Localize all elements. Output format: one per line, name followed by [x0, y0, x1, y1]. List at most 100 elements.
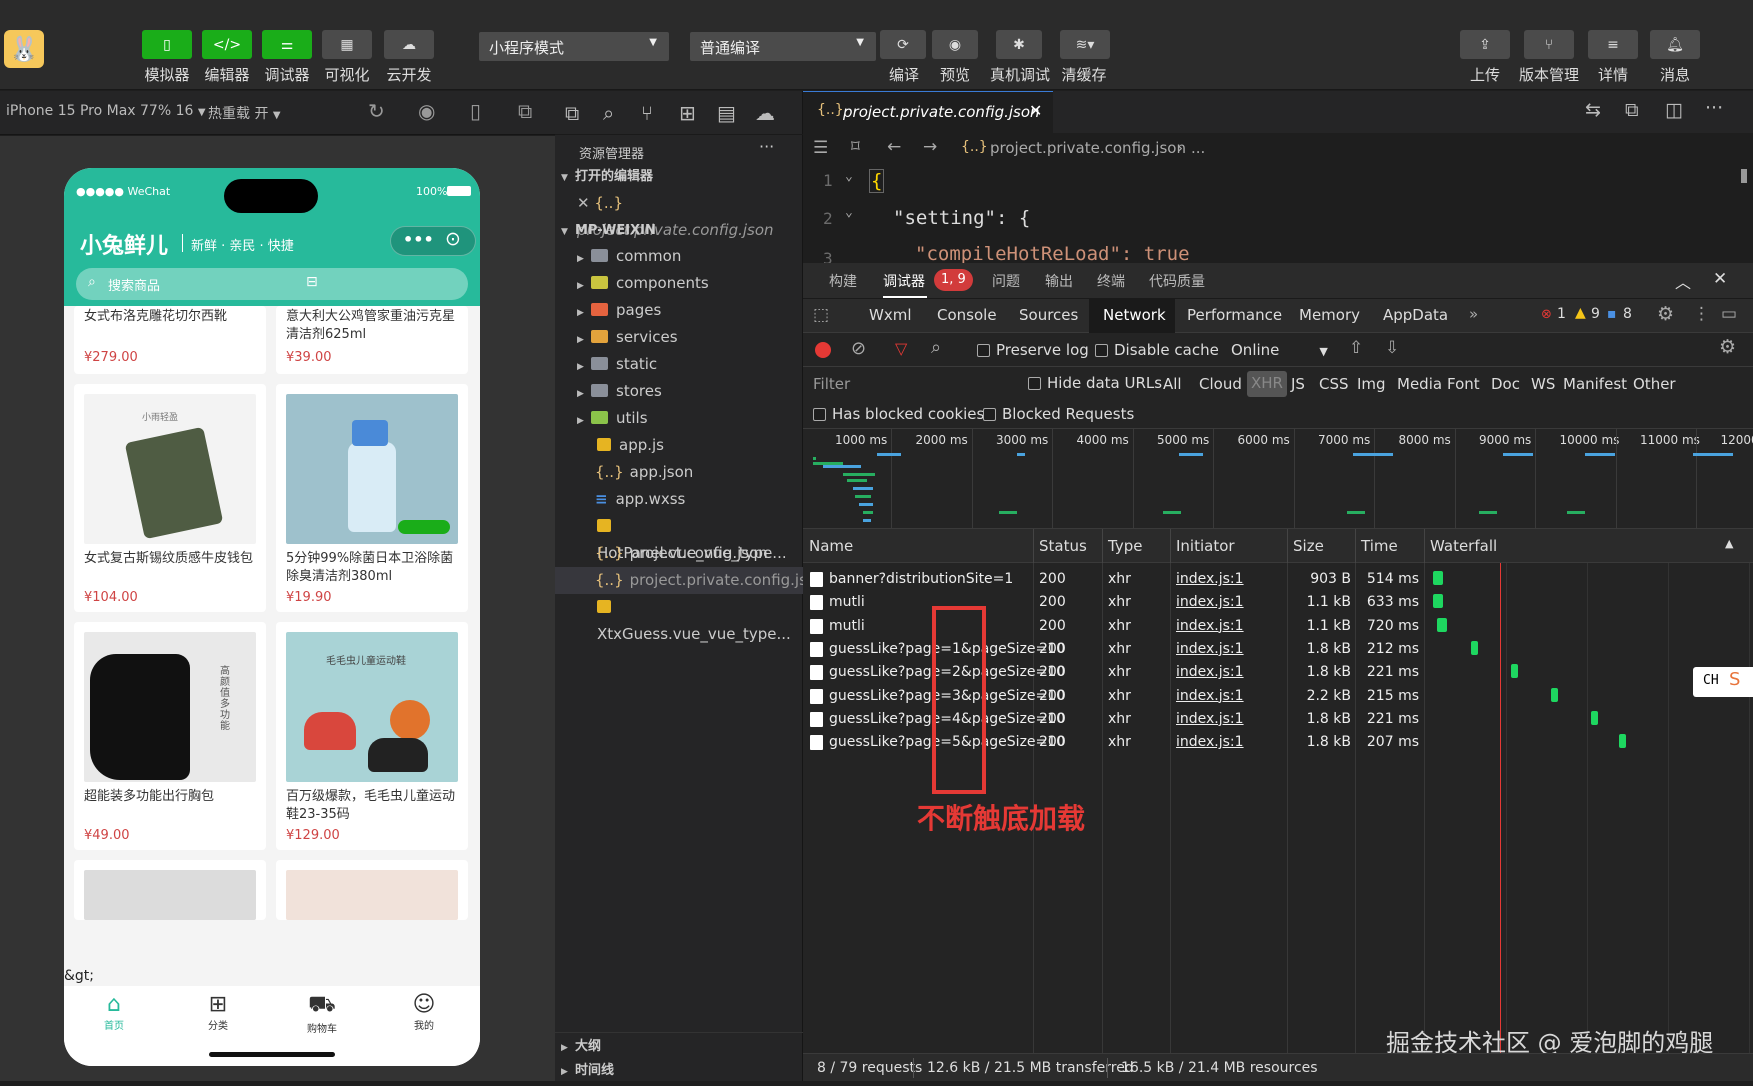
type-filter-other[interactable]: Other [1633, 375, 1676, 393]
cloud-icon[interactable]: ☁ [755, 101, 775, 125]
column-header[interactable]: Name [809, 529, 853, 563]
breadcrumb-file[interactable]: project.private.config.json [990, 139, 1186, 157]
type-filter-img[interactable]: Img [1357, 375, 1386, 393]
more-icon[interactable]: ··· [1705, 97, 1723, 119]
tab-console[interactable]: Console [937, 306, 997, 324]
compile-button[interactable]: ⟳ [880, 30, 926, 59]
tree-item-utils[interactable]: ▶utils [555, 405, 803, 432]
inspect-icon[interactable]: ⬚ [813, 305, 829, 325]
column-header[interactable]: Size [1293, 529, 1324, 563]
product-card[interactable] [276, 860, 468, 920]
tab-wxml[interactable]: Wxml [869, 306, 912, 324]
version-button[interactable]: ⑂ [1524, 30, 1574, 59]
tree-item-app-json[interactable]: {..}app.json [555, 459, 803, 486]
open-editor-item[interactable]: ✕ {..} project.private.config.json [555, 190, 803, 217]
tree-item-project-config[interactable]: {..}project.config.json [555, 540, 803, 567]
remote-debug-button[interactable]: ✱ [996, 30, 1042, 59]
cell-initiator[interactable]: index.js:1 [1176, 636, 1244, 662]
cell-initiator[interactable]: index.js:1 [1176, 589, 1244, 615]
column-header[interactable]: Status [1039, 529, 1087, 563]
gear-icon[interactable]: ⚙ [1719, 336, 1736, 358]
product-card[interactable]: 毛毛虫儿童运动鞋 百万级爆款，毛毛虫儿童运动鞋23-35码 ¥129.00 [276, 622, 468, 850]
tree-item-common[interactable]: ▶common [555, 243, 803, 270]
tree-item-services[interactable]: ▶services [555, 324, 803, 351]
tree-item-app-js[interactable]: app.js [555, 432, 803, 459]
phone-icon[interactable]: ▯ [470, 99, 481, 123]
tab-network[interactable]: Network [1089, 299, 1175, 333]
compare-icon[interactable]: ⇆ [1585, 99, 1601, 121]
tab-performance[interactable]: Performance [1187, 306, 1282, 324]
popout-icon[interactable]: ⧉ [518, 99, 532, 123]
tab-terminal[interactable]: 终端 [1097, 271, 1125, 291]
gear-icon[interactable]: ⚙ [1657, 303, 1674, 325]
table-row[interactable]: banner?distributionSite=1200xhrindex.js:… [803, 567, 1753, 591]
close-icon[interactable]: ✕ [1029, 101, 1042, 120]
mode-select[interactable]: 小程序模式▼ [479, 32, 669, 61]
editor-toggle-button[interactable]: </> [202, 30, 252, 59]
scan-icon[interactable]: ⊟ [306, 274, 318, 290]
type-filter-cloud[interactable]: Cloud [1199, 375, 1242, 393]
cell-initiator[interactable]: index.js:1 [1176, 613, 1244, 639]
avatar[interactable]: 🐰 [4, 30, 44, 68]
cloud-dev-button[interactable]: ☁ [384, 30, 434, 59]
clear-cache-button[interactable]: ≋▾ [1060, 30, 1110, 59]
storage-icon[interactable]: ▤ [717, 101, 736, 125]
open-editors-section[interactable]: ▼打开的编辑器 [555, 163, 803, 190]
sort-icon[interactable]: ▲ [1725, 537, 1733, 550]
tab-category[interactable]: ⊞ 分类 [198, 992, 238, 1032]
upload-button[interactable]: ⇪ [1460, 30, 1510, 59]
more-tabs-icon[interactable]: » [1469, 305, 1478, 323]
tree-item-static[interactable]: ▶static [555, 351, 803, 378]
bookmark-icon[interactable]: ⌑ [851, 137, 860, 157]
fold-chevron-icon[interactable]: ⌄ [845, 205, 853, 220]
project-section[interactable]: ▼MP-WEIXIN [555, 217, 803, 244]
rotate-icon[interactable]: ↻ [368, 99, 385, 123]
tree-item-components[interactable]: ▶components [555, 270, 803, 297]
files-icon[interactable]: ⧉ [565, 101, 579, 125]
code-area[interactable]: 1 ⌄ { 2 ⌄ "setting": { 3 "compileHotReLo… [803, 165, 1753, 263]
tree-item-app-wxss[interactable]: ≡app.wxss [555, 486, 803, 513]
column-header[interactable]: Time [1361, 529, 1398, 563]
hot-reload-select[interactable]: 热重载 开 ▼ [208, 103, 281, 123]
tab-memory[interactable]: Memory [1299, 306, 1360, 324]
simulator-toggle-button[interactable]: ▯ [142, 30, 192, 59]
outline-section[interactable]: ▶大纲 [555, 1032, 803, 1059]
preview-button[interactable]: ◉ [932, 30, 978, 59]
more-icon[interactable]: ••• [403, 230, 434, 249]
error-count[interactable]: 1 [1557, 306, 1566, 322]
scrollbar-thumb[interactable] [1741, 169, 1747, 183]
arrow-left-icon[interactable]: ← [887, 137, 901, 157]
tab-problems[interactable]: 问题 [992, 271, 1020, 291]
tab-home[interactable]: ⌂ 首页 [94, 992, 134, 1032]
timeline-section[interactable]: ▶时间线 [555, 1057, 803, 1084]
tree-item-project-private-config[interactable]: {..}project.private.config.js... [555, 567, 803, 594]
search-icon[interactable]: ⌕ [603, 101, 614, 125]
product-card[interactable]: 小雨轻盈 女式复古斯锡纹质感牛皮钱包 ¥104.00 [74, 384, 266, 612]
cell-initiator[interactable]: index.js:1 [1176, 683, 1244, 709]
tab-profile[interactable]: ☺ 我的 [404, 992, 444, 1032]
tab-sources[interactable]: Sources [1019, 306, 1078, 324]
tree-item-xtxguess[interactable]: XtxGuess.vue_vue_type... [555, 594, 803, 621]
tab-cart[interactable]: ⛟ 购物车 [300, 992, 344, 1035]
tree-item-pages[interactable]: ▶pages [555, 297, 803, 324]
stop-icon[interactable]: ◉ [418, 99, 435, 123]
type-filter-media[interactable]: Media [1397, 375, 1442, 393]
capsule-menu[interactable]: ••• ⊙ [390, 226, 476, 256]
close-icon[interactable]: ✕ [1713, 269, 1727, 289]
network-overview[interactable]: 1000 ms2000 ms3000 ms4000 ms5000 ms6000 … [803, 429, 1753, 529]
chevron-up-icon[interactable]: ︿ [1675, 269, 1691, 293]
tab-code-quality[interactable]: 代码质量 [1149, 271, 1205, 291]
tree-item-stores[interactable]: ▶stores [555, 378, 803, 405]
editor-tab[interactable]: {..} project.private.config.json ✕ [803, 91, 1053, 133]
warning-count[interactable]: 9 [1591, 306, 1600, 322]
extensions-icon[interactable]: ⊞ [679, 101, 696, 125]
record-icon[interactable] [815, 342, 831, 358]
visual-button[interactable]: ▦ [322, 30, 372, 59]
filter-input[interactable]: Filter [813, 375, 850, 393]
device-select[interactable]: iPhone 15 Pro Max 77% 16 ▼ [6, 103, 206, 119]
product-card[interactable]: 意大利大公鸡管家重油污克星清洁剂625ml ¥39.00 [276, 306, 468, 374]
column-header[interactable]: Type [1108, 529, 1142, 563]
search-input[interactable]: ⌕ 搜索商品 ⊟ [76, 268, 468, 300]
cell-initiator[interactable]: index.js:1 [1176, 566, 1244, 592]
split-editor-icon[interactable]: ◫ [1665, 99, 1683, 121]
